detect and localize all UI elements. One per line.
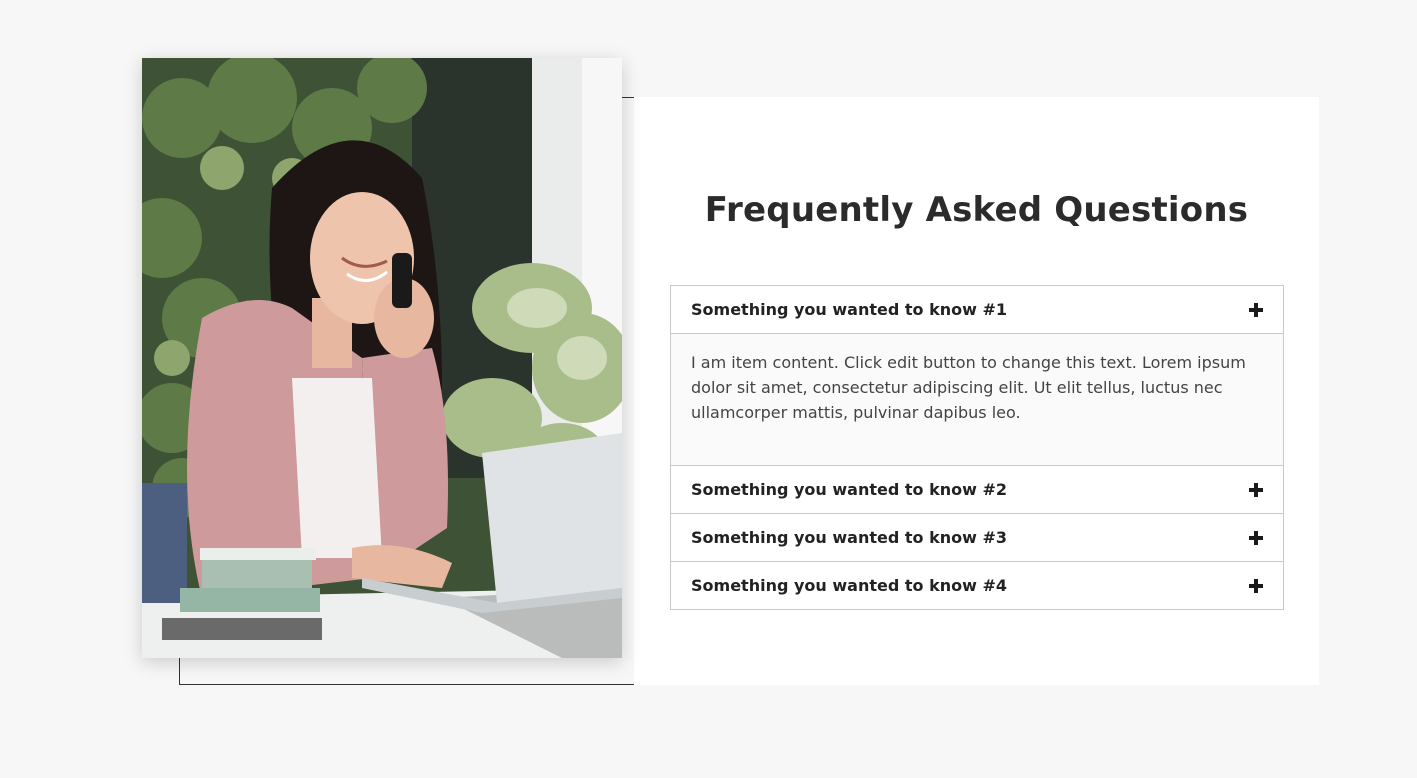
accordion-item-2: Something you wanted to know #2 xyxy=(671,465,1283,513)
plus-icon[interactable] xyxy=(1249,302,1263,317)
faq-section: Frequently Asked Questions Something you… xyxy=(0,0,1417,778)
faq-title: Frequently Asked Questions xyxy=(704,190,1249,230)
accordion-question-2: Something you wanted to know #2 xyxy=(691,480,1007,499)
plus-icon[interactable] xyxy=(1249,530,1263,545)
accordion-answer-1: I am item content. Click edit button to … xyxy=(671,333,1283,465)
accordion-header-3[interactable]: Something you wanted to know #3 xyxy=(671,514,1283,561)
woman-on-phone-photo xyxy=(142,58,622,658)
plus-icon[interactable] xyxy=(1249,578,1263,593)
accordion-question-1: Something you wanted to know #1 xyxy=(691,300,1007,319)
accordion-header-4[interactable]: Something you wanted to know #4 xyxy=(671,562,1283,609)
accordion-question-4: Something you wanted to know #4 xyxy=(691,576,1007,595)
accordion-header-2[interactable]: Something you wanted to know #2 xyxy=(671,466,1283,513)
accordion-item-3: Something you wanted to know #3 xyxy=(671,513,1283,561)
faq-accordion: Something you wanted to know #1 I am ite… xyxy=(670,285,1284,610)
accordion-item-4: Something you wanted to know #4 xyxy=(671,561,1283,609)
accordion-item-1: Something you wanted to know #1 I am ite… xyxy=(671,286,1283,465)
plus-icon[interactable] xyxy=(1249,482,1263,497)
accordion-question-3: Something you wanted to know #3 xyxy=(691,528,1007,547)
accordion-header-1[interactable]: Something you wanted to know #1 xyxy=(671,286,1283,333)
